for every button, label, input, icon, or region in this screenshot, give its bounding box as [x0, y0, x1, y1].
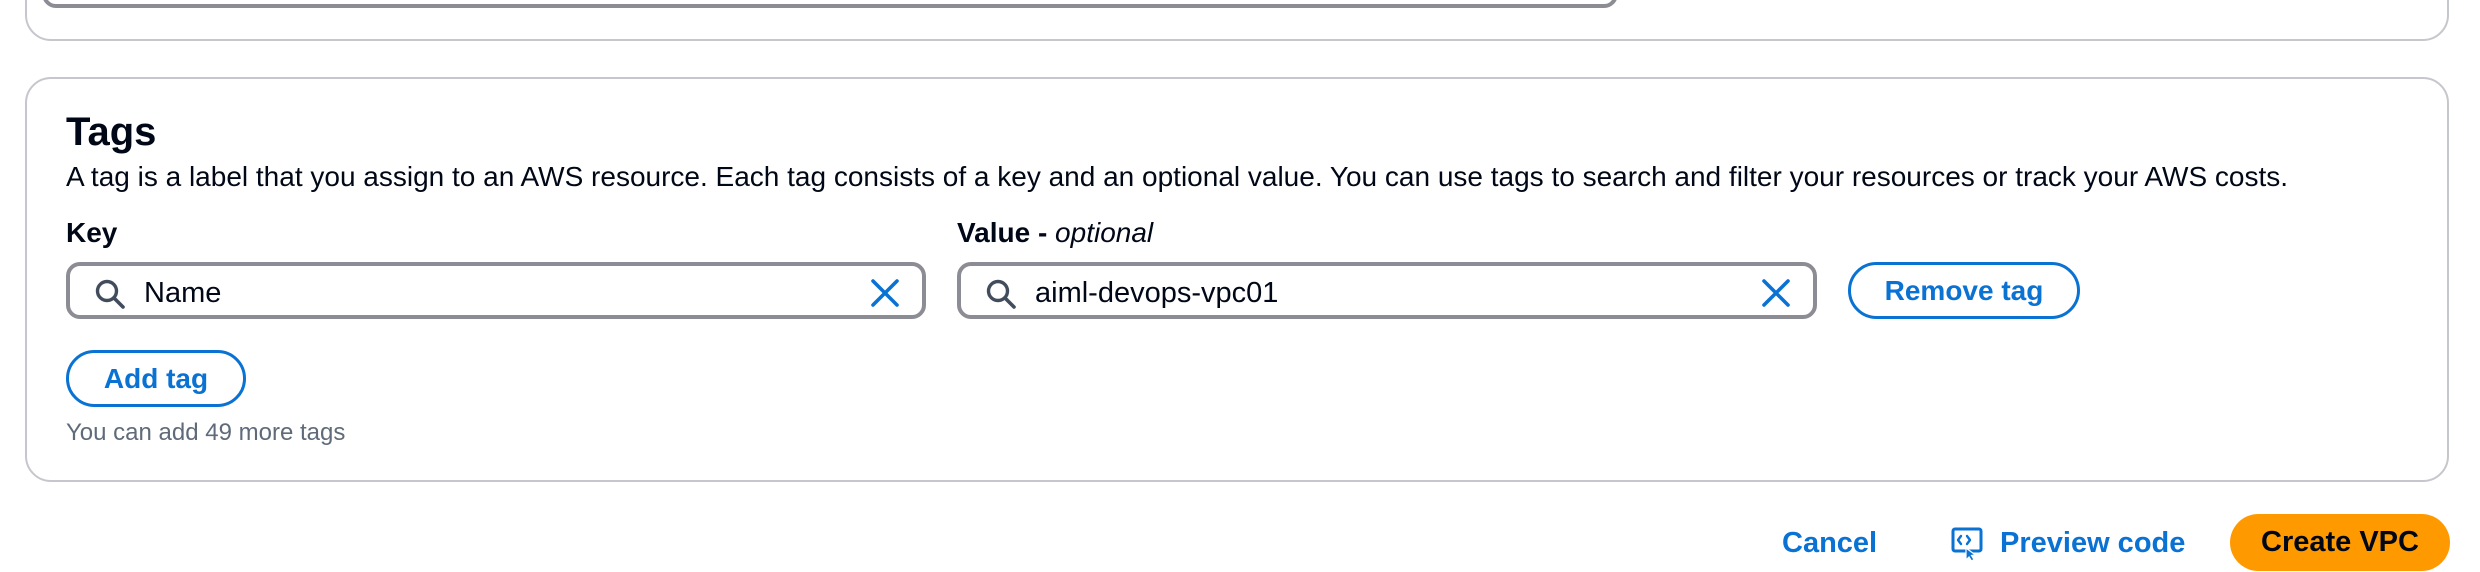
tag-value-input[interactable]: aiml-devops-vpc01 [957, 262, 1817, 319]
remaining-tags-hint: You can add 49 more tags [66, 419, 346, 446]
preview-code-icon [1951, 527, 1983, 562]
search-icon [986, 279, 1016, 309]
optional-label: optional [1055, 217, 1154, 248]
value-label: Value - optional [957, 217, 1154, 248]
cancel-button[interactable]: Cancel [1782, 524, 1877, 562]
close-icon[interactable] [1759, 276, 1793, 310]
remove-tag-button[interactable]: Remove tag [1848, 262, 2080, 319]
tag-value-value[interactable]: aiml-devops-vpc01 [1035, 276, 1278, 310]
tags-section-title: Tags [66, 110, 157, 154]
preview-code-label: Preview code [2000, 527, 2186, 559]
tags-section-description: A tag is a label that you assign to an A… [66, 161, 2289, 192]
add-tag-button[interactable]: Add tag [66, 350, 246, 407]
search-icon [95, 279, 125, 309]
key-label: Key [66, 217, 118, 248]
close-icon[interactable] [868, 276, 902, 310]
tag-key-value[interactable]: Name [144, 276, 221, 310]
vpc-create-page: Tags A tag is a label that you assign to… [0, 0, 2480, 572]
previous-section-field[interactable] [42, 0, 1618, 8]
tag-key-input[interactable]: Name [66, 262, 926, 319]
create-vpc-button[interactable]: Create VPC [2230, 514, 2450, 571]
